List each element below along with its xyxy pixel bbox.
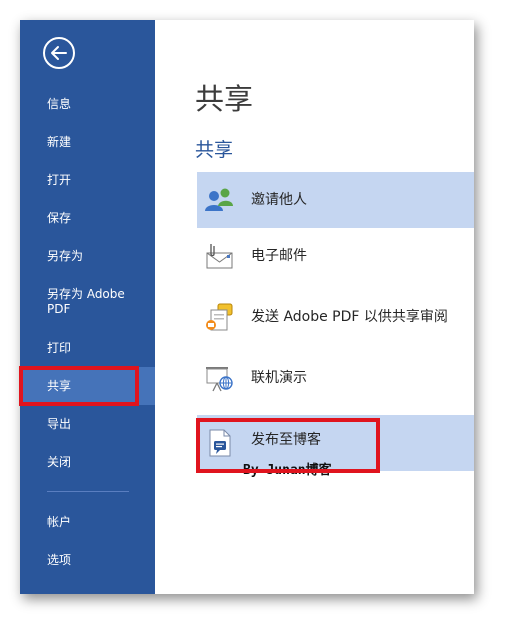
present-online-icon	[206, 367, 233, 392]
share-option-label: 联机演示	[251, 370, 307, 386]
publish-blog-highlight-box	[196, 418, 380, 473]
back-arrow-icon	[51, 46, 67, 60]
nav-item-export[interactable]: 导出	[20, 405, 155, 443]
back-button[interactable]	[43, 37, 75, 69]
share-pane: 共享 共享 邀请他人 电子邮件 发送 Adobe PDF 以供共享审阅 联机演示…	[155, 20, 474, 594]
nav-item-save[interactable]: 保存	[20, 199, 155, 237]
nav-item-open[interactable]: 打开	[20, 161, 155, 199]
nav-item-account[interactable]: 帐户	[20, 503, 155, 541]
email-icon	[206, 244, 233, 269]
nav-item-print[interactable]: 打印	[20, 329, 155, 367]
nav-item-info[interactable]: 信息	[20, 85, 155, 123]
share-option-label: 发送 Adobe PDF 以供共享审阅	[251, 309, 448, 325]
share-option-present-online[interactable]: 联机演示	[197, 350, 474, 406]
backstage-window: 信息 新建 打开 保存 另存为 另存为 Adobe PDF 打印 共享 导出 关…	[20, 20, 474, 594]
nav-item-close[interactable]: 关闭	[20, 443, 155, 481]
people-icon	[205, 188, 233, 211]
nav-item-save-as[interactable]: 另存为	[20, 237, 155, 275]
share-option-label: 邀请他人	[251, 192, 307, 208]
nav-item-options[interactable]: 选项	[20, 541, 155, 579]
share-option-label: 电子邮件	[251, 248, 307, 264]
share-option-email[interactable]: 电子邮件	[197, 228, 474, 284]
share-nav-highlight-box	[19, 366, 139, 406]
page-title: 共享	[195, 82, 254, 116]
share-option-invite-people[interactable]: 邀请他人	[197, 172, 474, 228]
nav-item-new[interactable]: 新建	[20, 123, 155, 161]
nav-divider	[47, 491, 129, 492]
share-option-send-adobe-pdf[interactable]: 发送 Adobe PDF 以供共享审阅	[197, 289, 474, 345]
backstage-sidebar: 信息 新建 打开 保存 另存为 另存为 Adobe PDF 打印 共享 导出 关…	[20, 20, 155, 594]
pdf-review-icon	[206, 303, 233, 331]
nav-item-save-as-adobe-pdf[interactable]: 另存为 Adobe PDF	[20, 283, 155, 323]
section-title: 共享	[195, 139, 234, 161]
